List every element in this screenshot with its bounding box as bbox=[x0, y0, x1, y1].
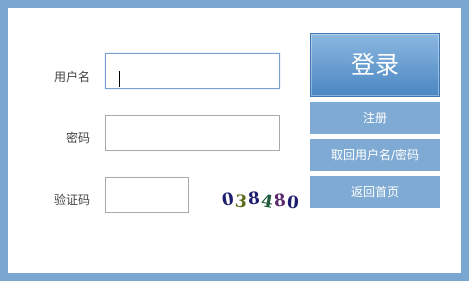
captcha-char: 4 bbox=[259, 191, 275, 213]
username-label: 用户名 bbox=[53, 70, 90, 84]
captcha-char: 0 bbox=[220, 189, 236, 211]
captcha-input[interactable] bbox=[105, 177, 189, 213]
captcha-char: 0 bbox=[286, 192, 300, 214]
text-caret bbox=[119, 71, 120, 87]
captcha-image[interactable]: 038480 bbox=[212, 188, 308, 214]
password-label: 密码 bbox=[65, 131, 90, 145]
captcha-char: 3 bbox=[233, 191, 248, 213]
captcha-char: 8 bbox=[247, 188, 261, 210]
back-home-button[interactable]: 返回首页 bbox=[310, 176, 440, 208]
login-panel: 用户名 密码 验证码 038480 登录 注册 取回用户名/密码 返回首页 bbox=[8, 8, 461, 273]
captcha-label: 验证码 bbox=[53, 193, 90, 207]
login-button[interactable]: 登录 bbox=[310, 33, 440, 97]
password-input[interactable] bbox=[105, 115, 280, 151]
register-button[interactable]: 注册 bbox=[310, 102, 440, 134]
recover-account-button[interactable]: 取回用户名/密码 bbox=[310, 139, 440, 171]
username-input[interactable] bbox=[105, 53, 280, 89]
captcha-char: 8 bbox=[272, 190, 287, 212]
